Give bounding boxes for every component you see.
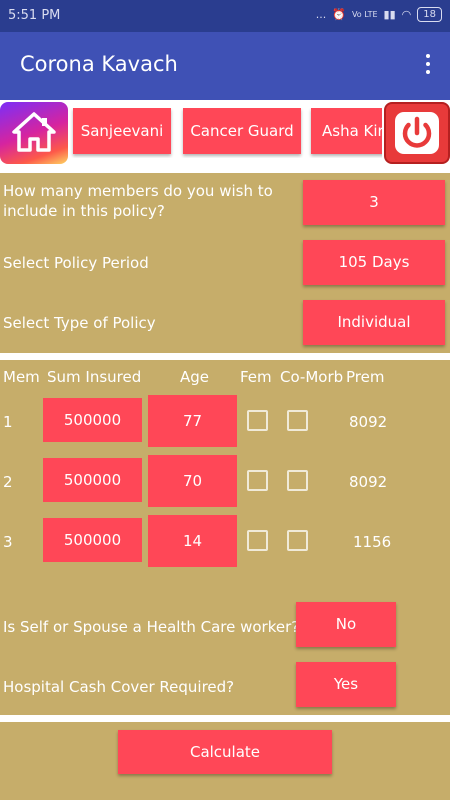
- health-care-worker-button[interactable]: No: [296, 602, 396, 647]
- row-2-age[interactable]: 70: [148, 455, 237, 507]
- row-3-sum-insured[interactable]: 500000: [43, 518, 142, 562]
- policy-form-section: How many members do you wish to include …: [0, 173, 450, 353]
- row-2-mem: 2: [3, 473, 13, 491]
- row-3-fem-checkbox[interactable]: [247, 530, 268, 551]
- period-label: Select Policy Period: [3, 254, 149, 272]
- header-sum-insured: Sum Insured: [47, 368, 142, 386]
- overflow-menu-icon[interactable]: [424, 54, 432, 78]
- members-table-section: Mem Sum Insured Age Fem Co-Morb Prem 1 5…: [0, 360, 450, 715]
- policy-period-button[interactable]: 105 Days: [303, 240, 445, 285]
- header-prem: Prem: [346, 368, 385, 386]
- power-icon: [395, 112, 439, 154]
- wifi-icon: ◠: [401, 8, 412, 21]
- volte-icon: Vo LTE: [351, 9, 378, 19]
- row-1-sum-insured[interactable]: 500000: [43, 398, 142, 442]
- row-1-mem: 1: [3, 413, 13, 431]
- row-2-prem: 8092: [349, 473, 388, 491]
- dots-icon: ...: [315, 8, 327, 21]
- health-care-worker-label: Is Self or Spouse a Health Care worker?: [3, 618, 300, 636]
- row-3-age[interactable]: 14: [148, 515, 237, 567]
- members-question: How many members do you wish to include …: [3, 182, 273, 220]
- home-icon: [12, 112, 56, 152]
- status-bar: 5:51 PM ... ⏰ Vo LTE ▮▮ ◠ 18: [0, 0, 450, 32]
- header-mem: Mem: [3, 368, 40, 386]
- header-co-morb: Co-Morb: [280, 368, 344, 386]
- row-2-fem-checkbox[interactable]: [247, 470, 268, 491]
- home-button[interactable]: [0, 102, 68, 164]
- calculate-section: Calculate: [0, 722, 450, 800]
- type-label: Select Type of Policy: [3, 314, 156, 332]
- hospital-cash-button[interactable]: Yes: [296, 662, 396, 707]
- tab-asha-kiran[interactable]: Asha Kiran: [311, 108, 382, 154]
- row-1-prem: 8092: [349, 413, 388, 431]
- hospital-cash-label: Hospital Cash Cover Required?: [3, 678, 235, 696]
- row-1-fem-checkbox[interactable]: [247, 410, 268, 431]
- row-1-age[interactable]: 77: [148, 395, 237, 447]
- row-2-comorb-checkbox[interactable]: [287, 470, 308, 491]
- row-1-comorb-checkbox[interactable]: [287, 410, 308, 431]
- status-time: 5:51 PM: [8, 8, 61, 23]
- row-3-prem: 1156: [353, 533, 392, 551]
- product-tabs: Sanjeevani Cancer Guard Asha Kiran: [70, 108, 382, 158]
- policy-type-button[interactable]: Individual: [303, 300, 445, 345]
- row-3-mem: 3: [3, 533, 13, 551]
- tab-sanjeevani[interactable]: Sanjeevani: [73, 108, 171, 154]
- nav-row: Sanjeevani Cancer Guard Asha Kiran: [0, 100, 450, 168]
- tab-cancer-guard[interactable]: Cancer Guard: [183, 108, 301, 154]
- battery-icon: 18: [417, 7, 442, 22]
- header-age: Age: [180, 368, 210, 386]
- calculate-button[interactable]: Calculate: [118, 730, 332, 774]
- power-button[interactable]: [384, 102, 450, 164]
- status-icons: ... ⏰ Vo LTE ▮▮ ◠ 18: [316, 7, 442, 22]
- app-bar: Corona Kavach: [0, 32, 450, 100]
- alarm-icon: ⏰: [332, 8, 346, 21]
- row-2-sum-insured[interactable]: 500000: [43, 458, 142, 502]
- row-3-comorb-checkbox[interactable]: [287, 530, 308, 551]
- signal-icon: ▮▮: [383, 8, 396, 21]
- app-title: Corona Kavach: [20, 52, 178, 76]
- members-count-button[interactable]: 3: [303, 180, 445, 225]
- header-fem: Fem: [240, 368, 272, 386]
